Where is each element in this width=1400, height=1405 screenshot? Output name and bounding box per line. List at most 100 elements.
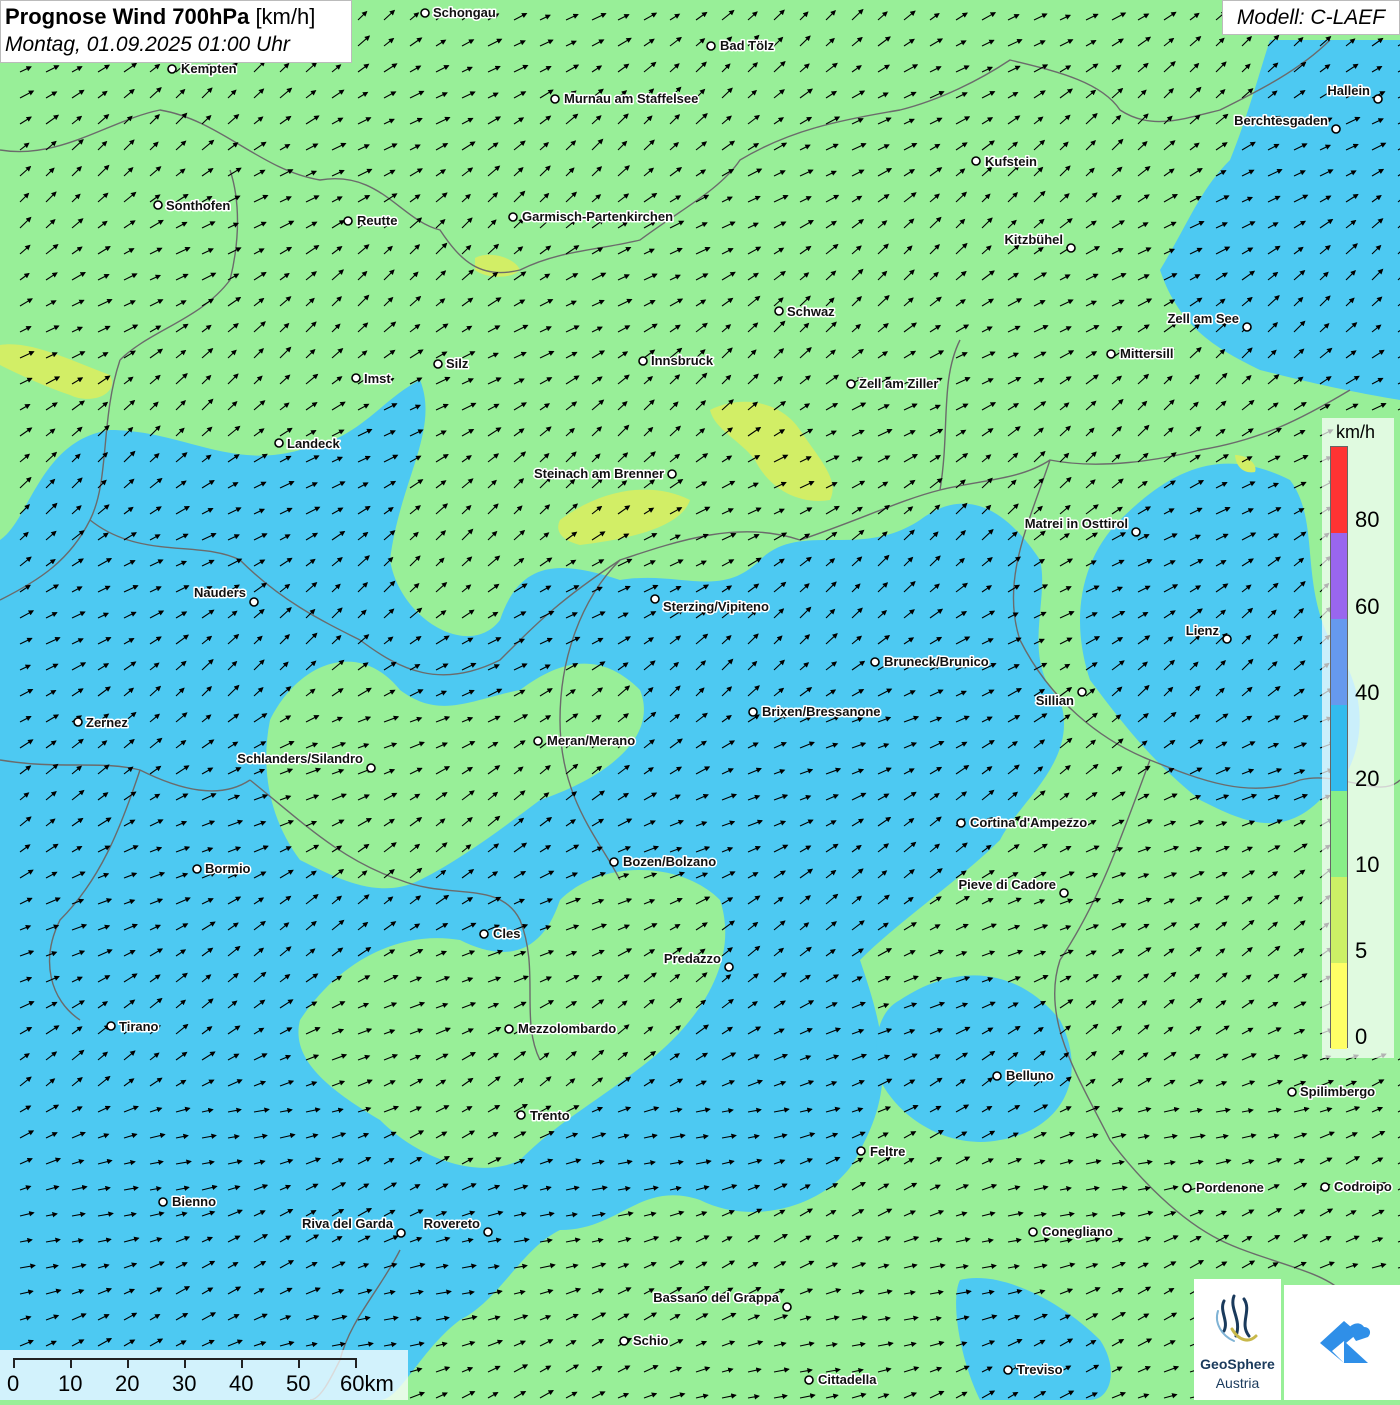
map-title: Prognose Wind 700hPa	[5, 4, 250, 29]
city-marker[interactable]	[1182, 1183, 1192, 1193]
city-label: Cortina d'Ampezzo	[970, 815, 1087, 830]
geosphere-emblem-icon	[1216, 1294, 1258, 1342]
city-marker[interactable]	[1131, 527, 1141, 537]
city-marker[interactable]	[724, 962, 734, 972]
city-label: Mittersill	[1120, 346, 1173, 361]
city-marker[interactable]	[153, 200, 163, 210]
city-marker[interactable]	[804, 1375, 814, 1385]
city-marker[interactable]	[483, 1227, 493, 1237]
scale-tick	[13, 1358, 15, 1368]
city-label: Pieve di Cadore	[958, 877, 1056, 892]
scale-tick	[355, 1358, 357, 1368]
city-marker[interactable]	[1373, 94, 1383, 104]
city-marker[interactable]	[870, 657, 880, 667]
city-marker[interactable]	[748, 707, 758, 717]
scale-label: 40	[229, 1371, 254, 1396]
city-marker[interactable]	[192, 864, 202, 874]
city-marker[interactable]	[1331, 124, 1341, 134]
city-label: Innsbruck	[651, 353, 714, 368]
city-label: Garmisch-Partenkirchen	[522, 209, 673, 224]
city-marker[interactable]	[433, 359, 443, 369]
wind-map[interactable]: Schongau Bad Tölz Kempten Murnau am Staffel…	[0, 0, 1400, 1400]
city-marker[interactable]	[516, 1110, 526, 1120]
city-marker[interactable]	[956, 818, 966, 828]
city-marker[interactable]	[609, 857, 619, 867]
city-label: Silz	[446, 356, 469, 371]
city-marker[interactable]	[504, 1024, 514, 1034]
city-label: Murnau am Staffelsee	[564, 91, 698, 106]
app-logo[interactable]	[1284, 1285, 1400, 1400]
city-marker[interactable]	[508, 212, 518, 222]
city-marker[interactable]	[971, 156, 981, 166]
city-marker[interactable]	[106, 1021, 116, 1031]
city-marker[interactable]	[274, 438, 284, 448]
city-marker[interactable]	[550, 94, 560, 104]
city-marker[interactable]	[533, 736, 543, 746]
city-label: Codroipo	[1334, 1179, 1392, 1194]
city-marker[interactable]	[167, 64, 177, 74]
city-label: Sillian	[1036, 693, 1074, 708]
city-label: Hallein	[1327, 83, 1370, 98]
city-marker[interactable]	[638, 356, 648, 366]
city-marker[interactable]	[856, 1146, 866, 1156]
city-marker[interactable]	[846, 379, 856, 389]
city-marker[interactable]	[73, 717, 83, 727]
scale-tick	[70, 1358, 72, 1368]
city-marker[interactable]	[1028, 1227, 1038, 1237]
city-label: Reutte	[357, 213, 397, 228]
legend-tick: 20	[1355, 766, 1380, 791]
city-marker[interactable]	[1066, 243, 1076, 253]
city-label: Schongau	[433, 5, 496, 20]
city-label: Riva del Garda	[302, 1216, 394, 1231]
city-marker[interactable]	[774, 306, 784, 316]
legend-seg-red	[1331, 447, 1347, 533]
city-label: Nauders	[194, 585, 246, 600]
city-marker[interactable]	[1222, 634, 1232, 644]
title-line: Prognose Wind 700hPa [km/h]	[5, 3, 347, 31]
city-marker[interactable]	[343, 216, 353, 226]
city-label: Tirano	[119, 1019, 159, 1034]
city-marker[interactable]	[158, 1197, 168, 1207]
city-label: Bruneck/Brunico	[884, 654, 989, 669]
city-marker[interactable]	[479, 929, 489, 939]
legend-tick: 5	[1355, 938, 1368, 963]
title-box: Prognose Wind 700hPa [km/h] Montag, 01.0…	[0, 0, 352, 63]
city-marker[interactable]	[706, 41, 716, 51]
city-label: Bassano del Grappa	[653, 1290, 779, 1305]
city-marker[interactable]	[1320, 1182, 1330, 1192]
city-marker[interactable]	[366, 763, 376, 773]
legend-tick: 60	[1355, 594, 1380, 619]
forecast-datetime: Montag, 01.09.2025 01:00 Uhr	[5, 33, 290, 56]
city-label: Sterzing/Vipiteno	[663, 599, 769, 614]
city-label: Bozen/Bolzano	[623, 854, 716, 869]
city-marker[interactable]	[249, 597, 259, 607]
legend-unit: km/h	[1336, 422, 1376, 442]
city-marker[interactable]	[1077, 687, 1087, 697]
city-label: Rovereto	[424, 1216, 480, 1231]
city-marker[interactable]	[650, 594, 660, 604]
city-marker[interactable]	[351, 373, 361, 383]
city-label: Trento	[530, 1108, 570, 1123]
city-label: Sonthofen	[166, 198, 230, 213]
scale-label: 20	[115, 1371, 140, 1396]
city-label: Zell am See	[1167, 311, 1239, 326]
city-marker[interactable]	[992, 1071, 1002, 1081]
city-marker[interactable]	[420, 8, 430, 18]
city-marker[interactable]	[667, 469, 677, 479]
city-marker[interactable]	[1059, 888, 1069, 898]
color-legend: km/h 80 60 40 20 10 5 0	[1322, 418, 1394, 1058]
city-label: Landeck	[287, 436, 341, 451]
city-marker[interactable]	[1287, 1087, 1297, 1097]
city-marker[interactable]	[782, 1302, 792, 1312]
legend-seg-lime	[1331, 877, 1347, 963]
city-label: Feltre	[870, 1144, 905, 1159]
city-label: Lienz	[1186, 623, 1220, 638]
city-marker[interactable]	[1106, 349, 1116, 359]
city-marker[interactable]	[396, 1228, 406, 1238]
city-marker[interactable]	[619, 1336, 629, 1346]
city-marker[interactable]	[1242, 322, 1252, 332]
legend-color-bar	[1330, 446, 1348, 1049]
city-marker[interactable]	[1003, 1365, 1013, 1375]
city-label: Kempten	[181, 61, 237, 76]
geosphere-logo[interactable]: GeoSphere Austria	[1194, 1279, 1281, 1400]
